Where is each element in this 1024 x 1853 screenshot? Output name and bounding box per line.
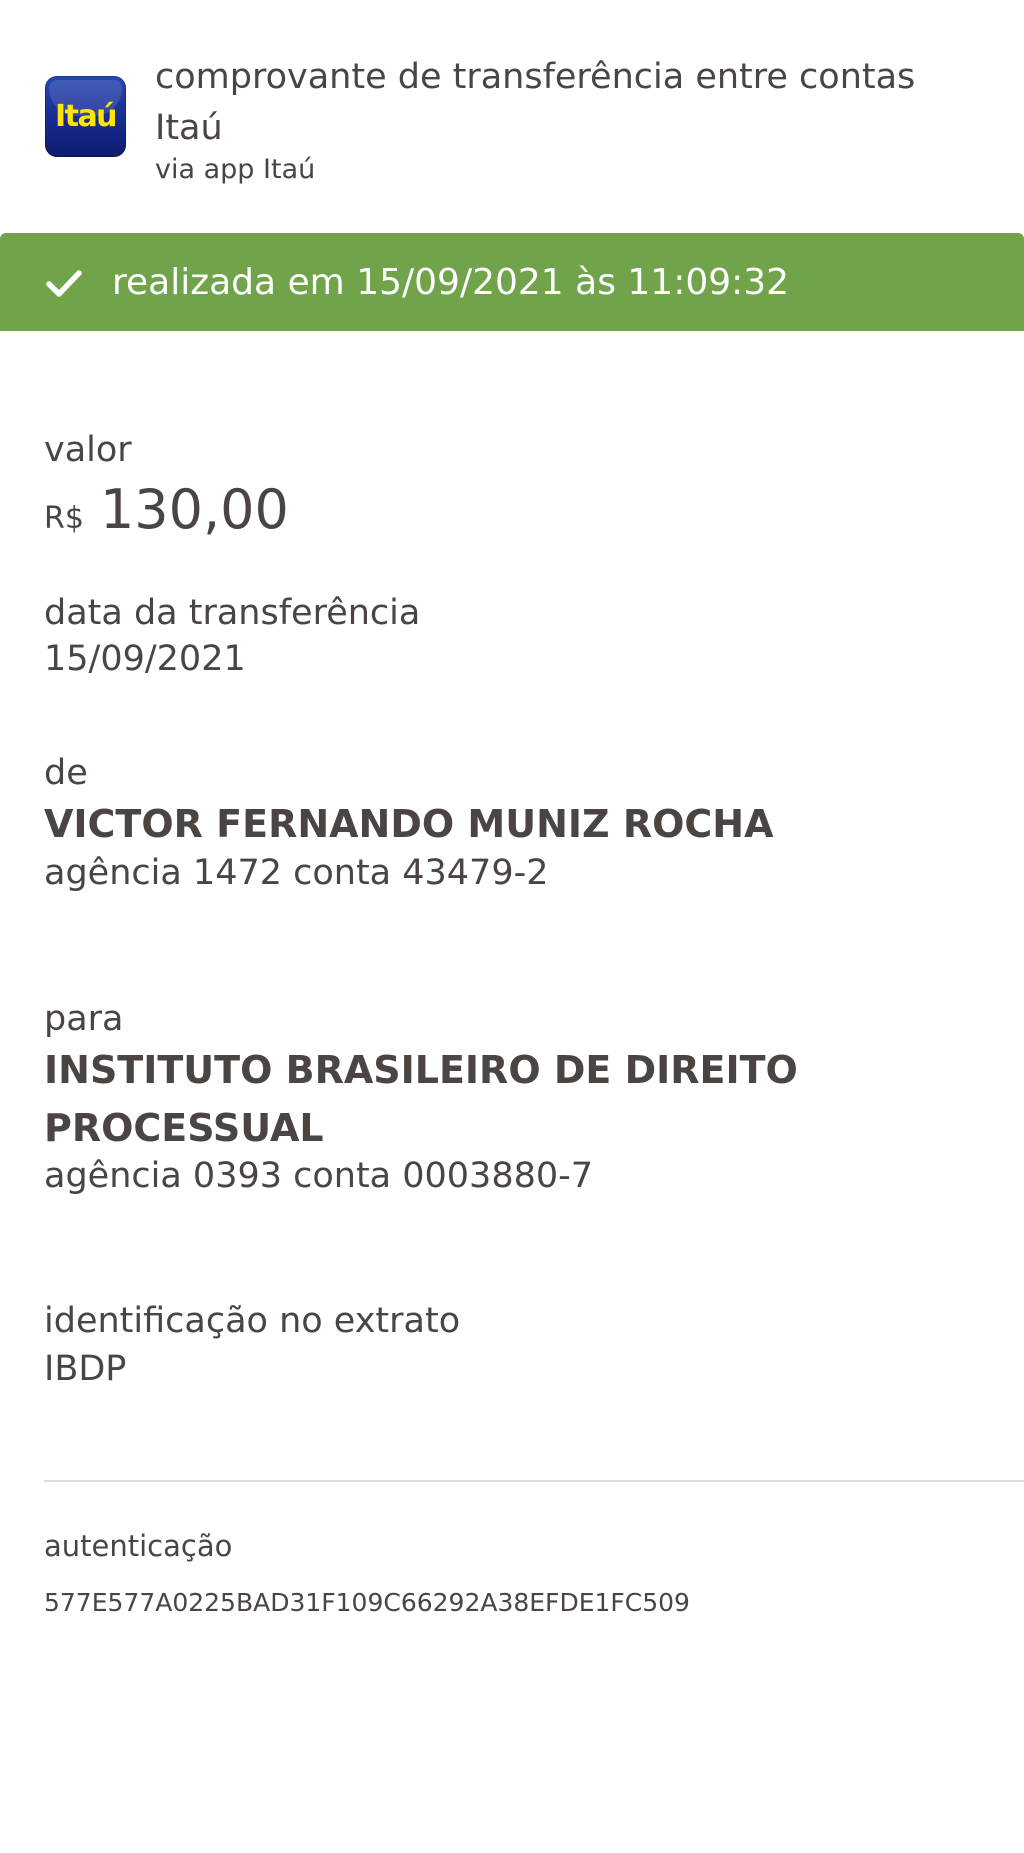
para-label: para [44, 999, 124, 1039]
data-transferencia-label: data da transferência [44, 593, 421, 633]
receipt-subtitle: via app Itaú [155, 154, 316, 185]
de-name: VICTOR FERNANDO MUNIZ ROCHA [44, 802, 774, 846]
autenticacao-code: 577E577A0225BAD31F109C66292A38EFDE1FC509 [44, 1588, 690, 1617]
status-text: realizada em 15/09/2021 às 11:09:32 [112, 262, 790, 303]
amount-value: 130,00 [99, 478, 289, 541]
de-account: agência 1472 conta 43479-2 [44, 853, 549, 893]
receipt-title: comprovante de transferência entre conta… [155, 57, 916, 148]
para-account: agência 0393 conta 0003880-7 [44, 1156, 594, 1196]
data-transferencia-value: 15/09/2021 [44, 639, 246, 679]
currency-symbol: R$ [44, 501, 84, 536]
itau-logo-text: Itaú [54, 99, 118, 134]
autenticacao-label: autenticação [44, 1529, 233, 1563]
status-banner: realizada em 15/09/2021 às 11:09:32 [0, 233, 1024, 331]
identificacao-label: identificação no extrato [44, 1301, 461, 1341]
itau-logo: Itaú [45, 76, 126, 157]
receipt-header: Itaú comprovante de transferência entre … [0, 0, 1024, 233]
identificacao-value: IBDP [44, 1349, 127, 1389]
de-label: de [44, 753, 88, 793]
valor-amount: R$ 130,00 [44, 478, 289, 548]
valor-label: valor [44, 430, 132, 470]
divider [44, 1480, 1024, 1482]
para-name: INSTITUTO BRASILEIRO DE DIREITO PROCESSU… [44, 1048, 798, 1150]
check-icon [46, 270, 82, 297]
